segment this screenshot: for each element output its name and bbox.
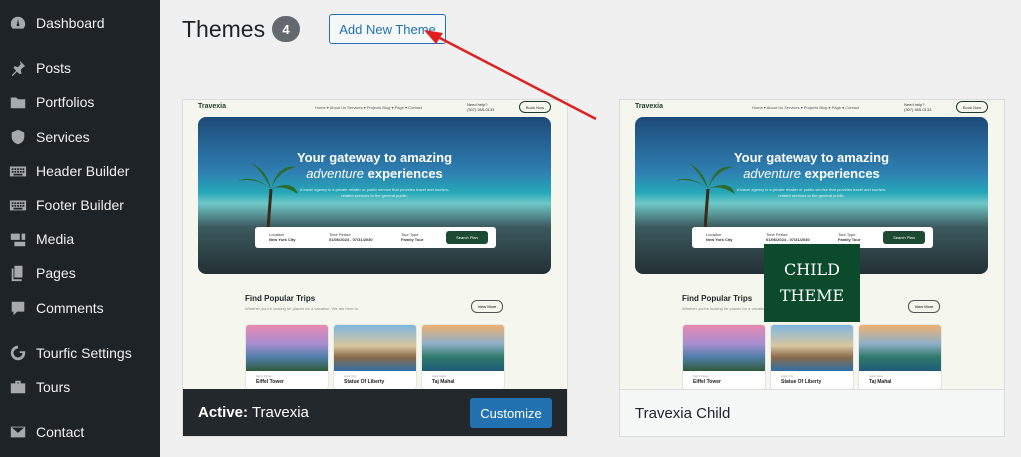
- page-title: Themes: [182, 16, 266, 42]
- active-theme-bar: Active: Travexia Customize: [183, 389, 567, 436]
- trip-image: [771, 325, 853, 371]
- sidebar-item-contact[interactable]: Contact: [0, 417, 160, 447]
- theme-count-badge: 4: [272, 16, 300, 42]
- sidebar-item-label: Contact: [36, 424, 85, 440]
- keyboard-icon: [8, 161, 28, 181]
- media-icon: [8, 229, 28, 249]
- preview-hero-title: Your gateway to amazing: [733, 150, 890, 165]
- preview-nav-links: Home ▾ About Us Services ▾ Projects Blog…: [752, 105, 859, 110]
- preview-time: Time Period 01/06/2024 - 07/31/2030: [766, 232, 810, 242]
- preview-trip-card: Kerry Ficus Eiffel Tower: [245, 324, 329, 389]
- child-theme-badge: CHILD THEME: [764, 244, 860, 322]
- shield-icon: [8, 127, 28, 147]
- briefcase-icon: [8, 377, 28, 397]
- sidebar-item-services[interactable]: Services: [0, 122, 160, 152]
- envelope-icon: [8, 422, 28, 442]
- preview-trips-title: Find Popular Trips: [682, 294, 753, 303]
- sidebar-item-posts[interactable]: Posts: [0, 53, 160, 83]
- preview-book-now: Book Now: [519, 101, 551, 113]
- preview-search-bar: Location New York City Time Period 01/06/2…: [255, 227, 496, 248]
- theme-name-bar: Travexia Child: [620, 389, 1004, 436]
- trip-image: [334, 325, 416, 371]
- preview-trips-title: Find Popular Trips: [245, 294, 316, 303]
- preview-trip-card: Agra City Statue Of Liberty: [333, 324, 417, 389]
- preview-logo: Travexia: [635, 103, 664, 110]
- preview-trip-card: Kerry Ficus Eiffel Tower: [682, 324, 766, 389]
- customize-button[interactable]: Customize: [470, 398, 552, 428]
- admin-sidebar: Dashboard Posts Portfolios Services Head…: [0, 0, 160, 457]
- preview-help: Need help? (307) 555-0133: [467, 102, 495, 112]
- preview-search-button: Search Plan: [446, 231, 488, 244]
- sidebar-item-label: Services: [36, 129, 90, 145]
- preview-book-now: Book Now: [956, 101, 988, 113]
- theme-card-travexia[interactable]: Travexia Home ▾ About Us Services ▾ Proj…: [182, 99, 568, 437]
- preview-trip-card: Agra City Statue Of Liberty: [770, 324, 854, 389]
- sidebar-item-label: Dashboard: [36, 15, 105, 31]
- dashboard-icon: [8, 13, 28, 33]
- preview-hero: Your gateway to amazing adventure experi…: [198, 117, 551, 274]
- preview-nav-links: Home ▾ About Us Services ▾ Projects Blog…: [315, 105, 422, 110]
- preview-help: Need help? (307) 555-0133: [904, 102, 932, 112]
- trip-image: [859, 325, 941, 371]
- trip-image: [683, 325, 765, 371]
- preview-search-button: Search Plan: [883, 231, 925, 244]
- theme-screenshot[interactable]: Travexia Home ▾ About Us Services ▾ Proj…: [183, 100, 567, 389]
- sidebar-item-label: Header Builder: [36, 163, 130, 179]
- trip-image: [422, 325, 504, 371]
- preview-trips-subtitle: Whether you're looking for places for a …: [245, 306, 358, 311]
- preview-hero-subtitle: A travel agency is a private retailer or…: [299, 187, 450, 198]
- preview-time: Time Period 01/06/2024 - 07/31/2030: [329, 232, 373, 242]
- sidebar-item-tours[interactable]: Tours: [0, 372, 160, 402]
- sidebar-item-comments[interactable]: Comments: [0, 293, 160, 323]
- pin-icon: [8, 58, 28, 78]
- sidebar-item-label: Tours: [36, 379, 71, 395]
- theme-card-travexia-child[interactable]: Travexia Home ▾ About Us Services ▾ Proj…: [619, 99, 1005, 437]
- theme-screenshot[interactable]: Travexia Home ▾ About Us Services ▾ Proj…: [620, 100, 1004, 389]
- sidebar-item-label: Portfolios: [36, 94, 95, 110]
- tourfic-icon: [8, 343, 28, 363]
- sidebar-item-label: Pages: [36, 265, 76, 281]
- sidebar-item-label: Tourfic Settings: [36, 345, 132, 361]
- preview-type: Tour Type Family Tour: [838, 232, 861, 242]
- sidebar-item-portfolios[interactable]: Portfolios: [0, 87, 160, 117]
- theme-name: Travexia Child: [635, 405, 731, 422]
- preview-view-more: View More: [471, 300, 503, 313]
- sidebar-item-label: Media: [36, 231, 75, 247]
- preview-trip-card: Agra India Taj Mahal: [858, 324, 942, 389]
- sidebar-item-tourfic-settings[interactable]: Tourfic Settings: [0, 338, 160, 368]
- sidebar-item-label: Posts: [36, 60, 72, 76]
- keyboard-icon: [8, 195, 28, 215]
- sidebar-item-media[interactable]: Media: [0, 224, 160, 254]
- sidebar-item-footer-builder[interactable]: Footer Builder: [0, 190, 160, 220]
- preview-hero-title: Your gateway to amazing: [296, 150, 453, 165]
- preview-location: Location New York City: [706, 232, 733, 242]
- preview-hero-title-2: adventure experiences: [743, 166, 880, 181]
- preview-hero-title-2: adventure experiences: [306, 166, 443, 181]
- preview-type: Tour Type Family Tour: [401, 232, 424, 242]
- comment-icon: [8, 298, 28, 318]
- preview-logo: Travexia: [198, 103, 227, 110]
- pages-icon: [8, 263, 28, 283]
- sidebar-item-header-builder[interactable]: Header Builder: [0, 156, 160, 186]
- sidebar-item-dashboard[interactable]: Dashboard: [0, 8, 160, 38]
- preview-hero-subtitle: A travel agency is a private retailer or…: [736, 187, 887, 198]
- themes-main: Themes 4 Add New Theme Travexia Home ▾ A…: [160, 0, 1021, 457]
- preview-trip-card: Agra India Taj Mahal: [421, 324, 505, 389]
- folder-icon: [8, 92, 28, 112]
- preview-nav: Travexia Home ▾ About Us Services ▾ Proj…: [620, 100, 1004, 116]
- preview-location: Location New York City: [269, 232, 296, 242]
- trip-image: [246, 325, 328, 371]
- sidebar-item-label: Comments: [36, 300, 104, 316]
- sidebar-item-pages[interactable]: Pages: [0, 258, 160, 288]
- preview-view-more: View More: [908, 300, 940, 313]
- sidebar-item-label: Footer Builder: [36, 197, 124, 213]
- add-new-theme-button[interactable]: Add New Theme: [329, 14, 446, 44]
- preview-nav: Travexia Home ▾ About Us Services ▾ Proj…: [183, 100, 567, 116]
- active-theme-name: Active: Travexia: [198, 404, 309, 421]
